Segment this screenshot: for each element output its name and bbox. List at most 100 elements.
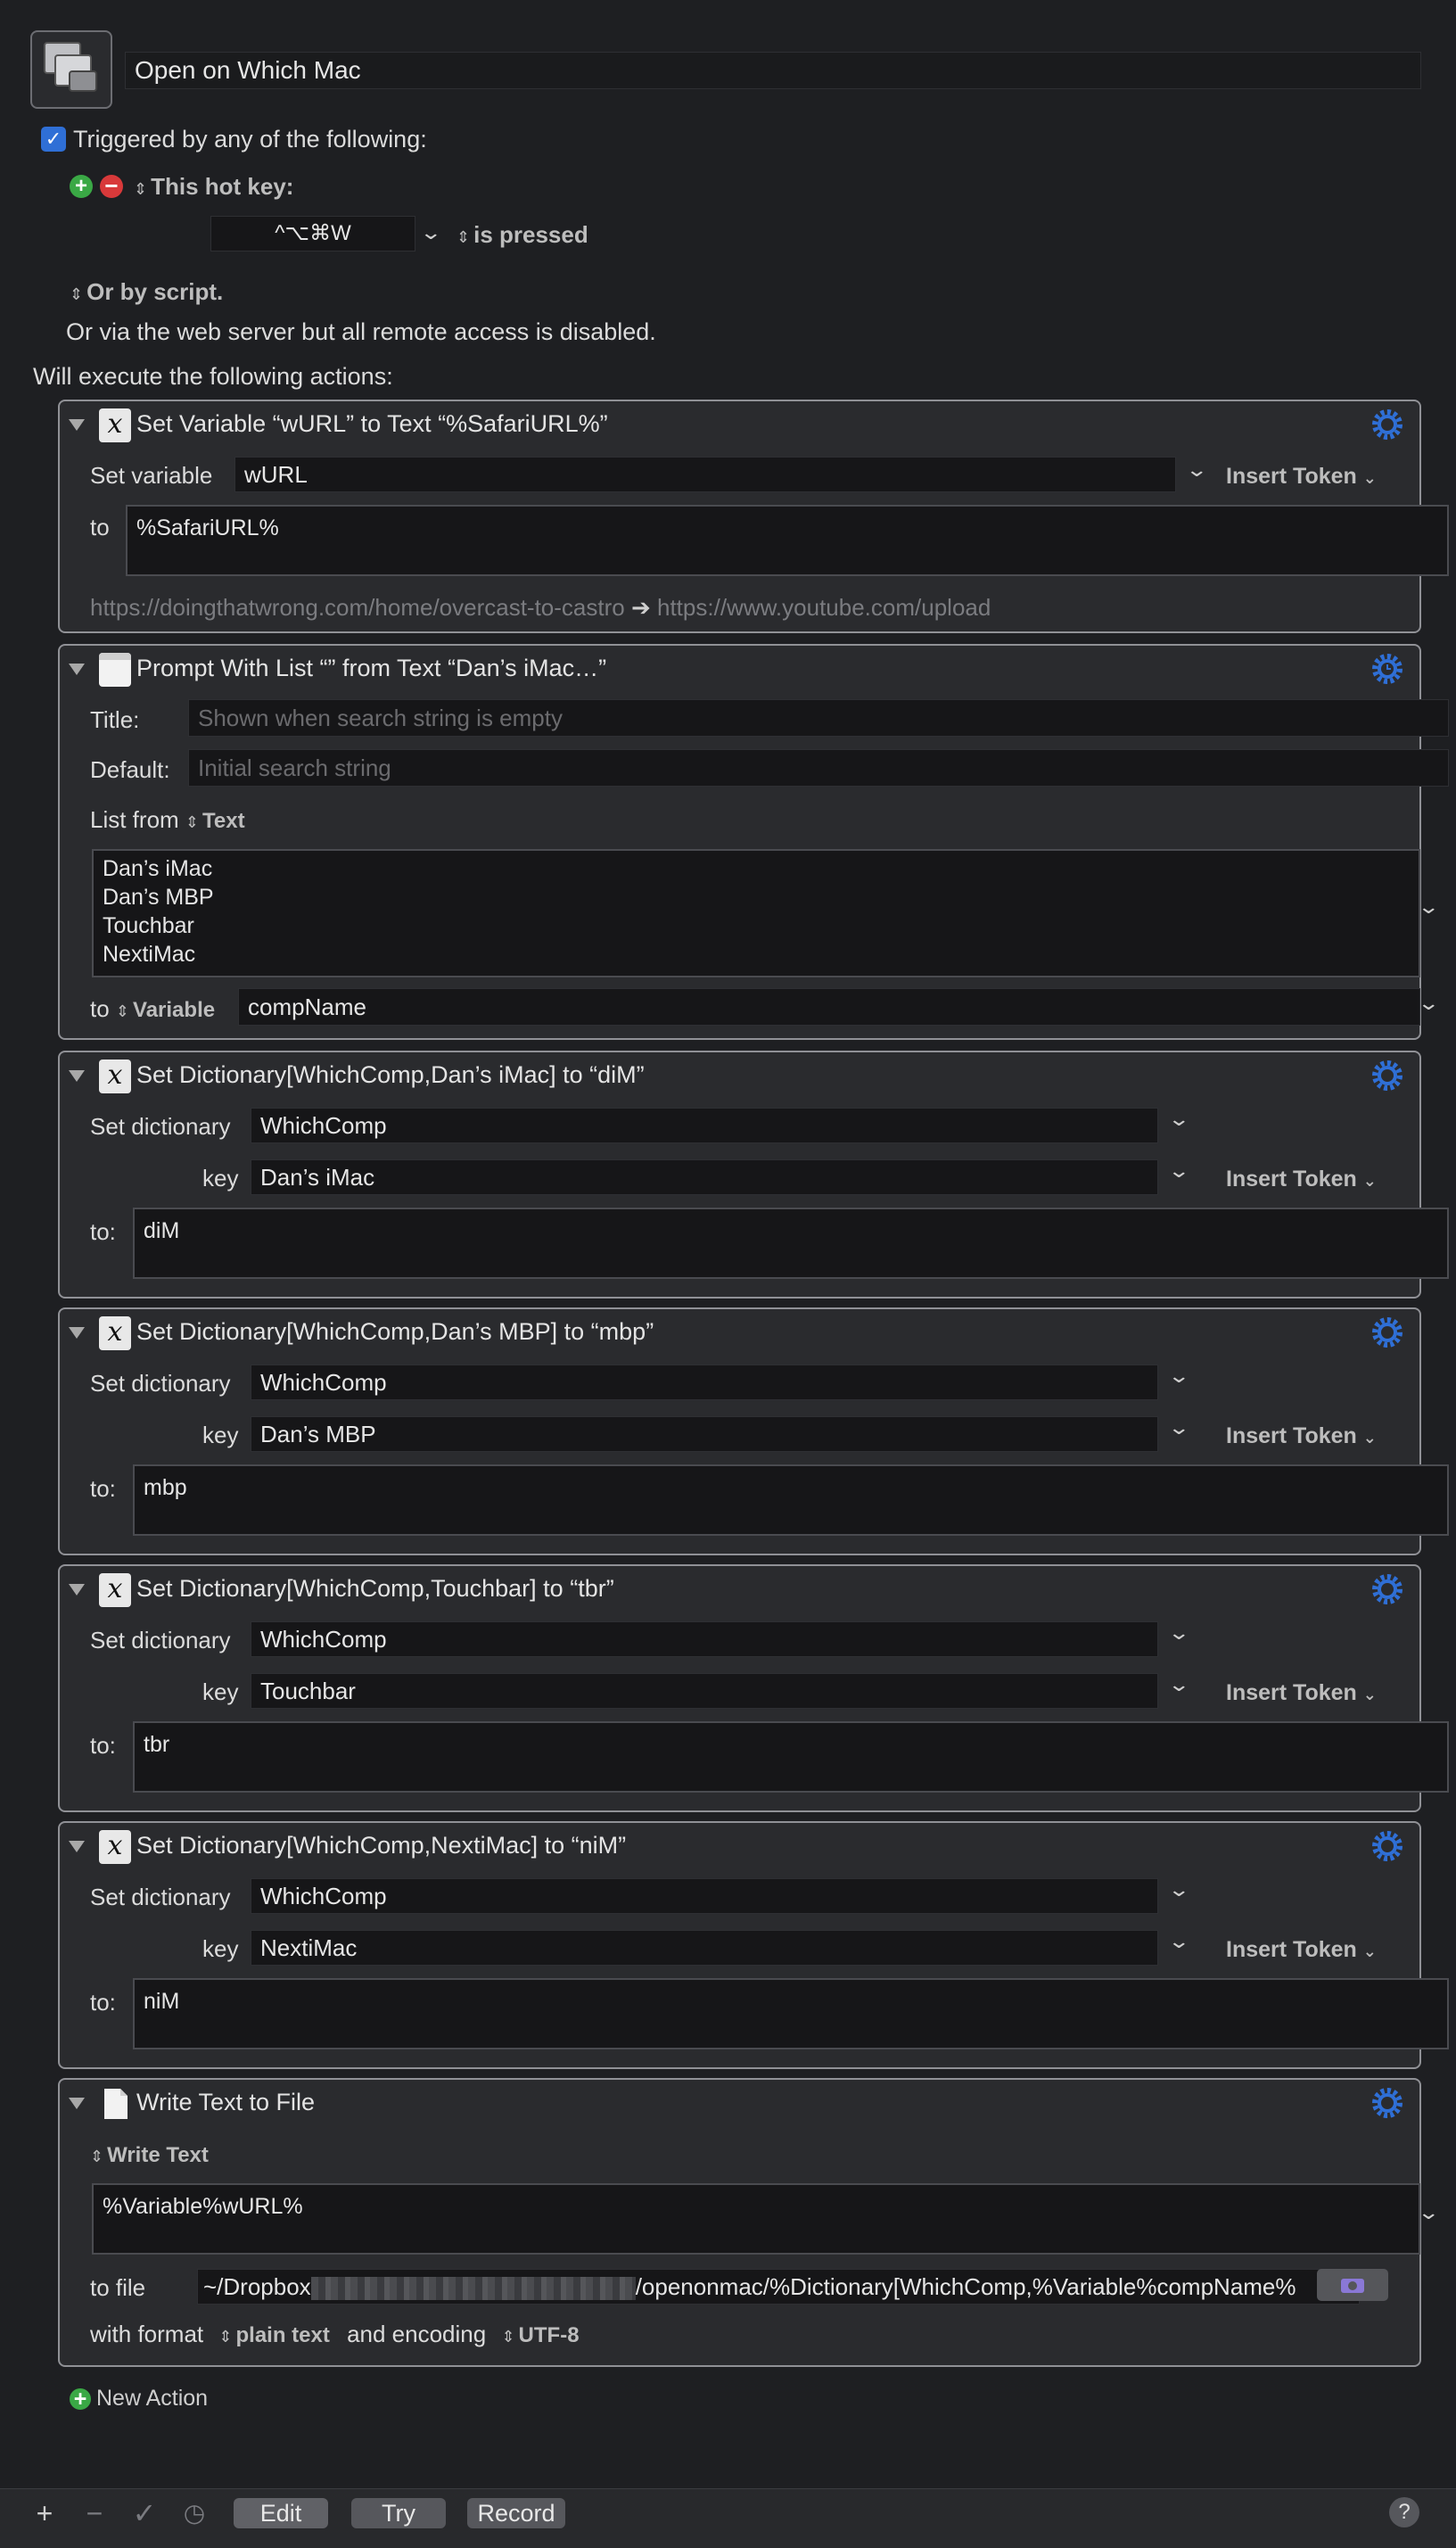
to-label: to: [90, 1218, 116, 1245]
new-action-button[interactable]: + New Action [70, 2386, 208, 2412]
chevron-down-icon[interactable]: ⌄ [1167, 1930, 1190, 1953]
action-title: Set Dictionary[WhichComp,Touchbar] to “t… [136, 1575, 614, 1602]
write-text-popup[interactable]: ⇕ Write Text [90, 2140, 209, 2168]
chevron-down-icon[interactable]: ⌄ [1185, 458, 1208, 482]
chevron-down-icon[interactable]: ⌄ [1167, 1365, 1190, 1388]
chevron-down-icon[interactable]: ⌄ [1417, 2201, 1440, 2224]
chevron-down-icon[interactable]: ⌄ [1167, 1673, 1190, 1696]
gear-icon[interactable] [1370, 1058, 1405, 1093]
gear-clock-icon[interactable] [1370, 651, 1405, 687]
remove-icon[interactable]: − [77, 2495, 112, 2531]
clock-icon[interactable]: ◷ [177, 2495, 212, 2531]
action-title: Set Dictionary[WhichComp,Dan’s MBP] to “… [136, 1318, 654, 1345]
actions-header: Will execute the following actions: [33, 363, 393, 390]
gear-icon[interactable] [1370, 407, 1405, 442]
prompt-title-field[interactable]: Shown when search string is empty [188, 699, 1449, 737]
set-dictionary-label: Set dictionary [90, 1627, 231, 1653]
action-set-variable[interactable]: x Set Variable “wURL” to Text “%SafariUR… [58, 400, 1449, 633]
trigger-checkbox[interactable]: ✓ [41, 127, 66, 152]
hotkey-trigger-popup[interactable]: ⇕ This hot key: [134, 173, 293, 201]
gear-icon[interactable] [1370, 2085, 1405, 2121]
remove-trigger-icon[interactable]: − [100, 174, 123, 198]
action-prompt-with-list[interactable]: Prompt With List “” from Text “Dan’s iMa… [58, 644, 1449, 1040]
help-button[interactable]: ? [1389, 2497, 1419, 2527]
dictionary-value-text[interactable]: tbr [133, 1721, 1449, 1793]
to-label: to [90, 514, 110, 540]
action-title: Prompt With List “” from Text “Dan’s iMa… [136, 655, 607, 681]
dictionary-key-field[interactable]: Dan’s MBP [251, 1416, 1158, 1452]
dictionary-name-field[interactable]: WhichComp [251, 1621, 1158, 1657]
file-path-field[interactable]: ~/Dropbox/openonmac/%Dictionary[WhichCom… [197, 2269, 1360, 2305]
format-popup[interactable]: ⇕ plain text [218, 2321, 329, 2347]
macro-name-field[interactable]: Open on Which Mac [125, 52, 1421, 89]
dictionary-value-text[interactable]: diM [133, 1208, 1449, 1279]
add-trigger-icon[interactable]: + [70, 175, 93, 198]
disclosure-triangle-icon[interactable] [69, 1584, 85, 1596]
hotkey-chevron-down-icon[interactable]: ⌄ [419, 221, 442, 244]
disclosure-triangle-icon[interactable] [69, 2098, 85, 2109]
chevron-down-icon[interactable]: ⌄ [1167, 1878, 1190, 1901]
insert-token-button[interactable]: Insert Token ⌄ [1226, 1167, 1377, 1192]
to-variable-label: to ⇕ Variable [90, 995, 216, 1022]
hotkey-field[interactable]: ^⌥⌘W [210, 216, 415, 252]
macro-icon[interactable] [30, 30, 112, 109]
dictionary-value-text[interactable]: mbp [133, 1464, 1449, 1536]
write-text-content[interactable]: %Variable%wURL% [92, 2183, 1420, 2255]
set-dictionary-label: Set dictionary [90, 1113, 231, 1140]
variable-x-icon: x [99, 1830, 131, 1864]
variable-value-text[interactable]: %SafariURL% [126, 505, 1449, 576]
chevron-down-icon[interactable]: ⌄ [1417, 895, 1440, 919]
script-trigger-popup[interactable]: ⇕ Or by script. [70, 278, 223, 306]
action-write-text-to-file[interactable]: Write Text to File ⇕ Write Text %Variable… [58, 2078, 1440, 2367]
insert-token-button[interactable]: Insert Token ⌄ [1226, 1423, 1377, 1449]
gear-icon[interactable] [1370, 1315, 1405, 1350]
gear-icon[interactable] [1370, 1828, 1405, 1864]
disclosure-triangle-icon[interactable] [69, 1327, 85, 1339]
set-dictionary-label: Set dictionary [90, 1370, 231, 1397]
chevron-down-icon[interactable]: ⌄ [1167, 1416, 1190, 1439]
action-set-dictionary[interactable]: x Set Dictionary[WhichComp,Dan’s iMac] t… [58, 1051, 1449, 1299]
disclosure-triangle-icon[interactable] [69, 664, 85, 675]
dictionary-name-field[interactable]: WhichComp [251, 1878, 1158, 1914]
insert-token-button[interactable]: Insert Token ⌄ [1226, 1937, 1377, 1963]
file-picker-camera-icon[interactable] [1317, 2269, 1388, 2301]
dictionary-key-field[interactable]: Touchbar [251, 1673, 1158, 1709]
disclosure-triangle-icon[interactable] [69, 1070, 85, 1082]
chevron-down-icon[interactable]: ⌄ [1167, 1108, 1190, 1131]
disclosure-triangle-icon[interactable] [69, 1841, 85, 1852]
chevron-down-icon[interactable]: ⌄ [1167, 1621, 1190, 1645]
variable-x-icon: x [99, 1316, 131, 1350]
try-button[interactable]: Try [351, 2498, 446, 2528]
add-icon: + [70, 2388, 91, 2411]
dictionary-value-text[interactable]: niM [133, 1978, 1449, 2049]
action-set-dictionary[interactable]: x Set Dictionary[WhichComp,NextiMac] to … [58, 1821, 1449, 2069]
default-label: Default: [90, 756, 170, 783]
dictionary-key-field[interactable]: NextiMac [251, 1930, 1158, 1966]
hotkey-state-popup[interactable]: ⇕ is pressed [457, 221, 588, 249]
document-icon [99, 2087, 131, 2121]
disclosure-triangle-icon[interactable] [69, 419, 85, 431]
encoding-popup[interactable]: ⇕ UTF-8 [501, 2321, 579, 2347]
format-row: with format ⇕ plain text and encoding ⇕ UT… [90, 2321, 580, 2347]
dictionary-name-field[interactable]: WhichComp [251, 1365, 1158, 1400]
macro-windows-icon [44, 42, 97, 92]
variable-x-icon: x [99, 1573, 131, 1607]
insert-token-button[interactable]: Insert Token ⌄ [1226, 464, 1377, 490]
record-button[interactable]: Record [467, 2498, 565, 2528]
gear-icon[interactable] [1370, 1571, 1405, 1607]
prompt-default-field[interactable]: Initial search string [188, 749, 1449, 787]
action-set-dictionary[interactable]: x Set Dictionary[WhichComp,Touchbar] to … [58, 1564, 1449, 1812]
chevron-down-icon[interactable]: ⌄ [1167, 1159, 1190, 1183]
insert-token-button[interactable]: Insert Token ⌄ [1226, 1680, 1377, 1706]
result-variable-field[interactable]: compName [238, 988, 1420, 1026]
edit-button[interactable]: Edit [234, 2498, 328, 2528]
chevron-down-icon[interactable]: ⌄ [1417, 992, 1440, 1015]
action-set-dictionary[interactable]: x Set Dictionary[WhichComp,Dan’s MBP] to… [58, 1307, 1449, 1555]
add-icon[interactable]: + [27, 2495, 62, 2531]
dictionary-key-field[interactable]: Dan’s iMac [251, 1159, 1158, 1195]
updown-icon: ⇕ [134, 180, 148, 198]
dictionary-name-field[interactable]: WhichComp [251, 1108, 1158, 1143]
list-items-text[interactable]: Dan’s iMac Dan’s MBP Touchbar NextiMac [92, 849, 1420, 977]
variable-name-field[interactable]: wURL [234, 457, 1176, 492]
enable-checkmark-icon[interactable]: ✓ [127, 2495, 162, 2531]
